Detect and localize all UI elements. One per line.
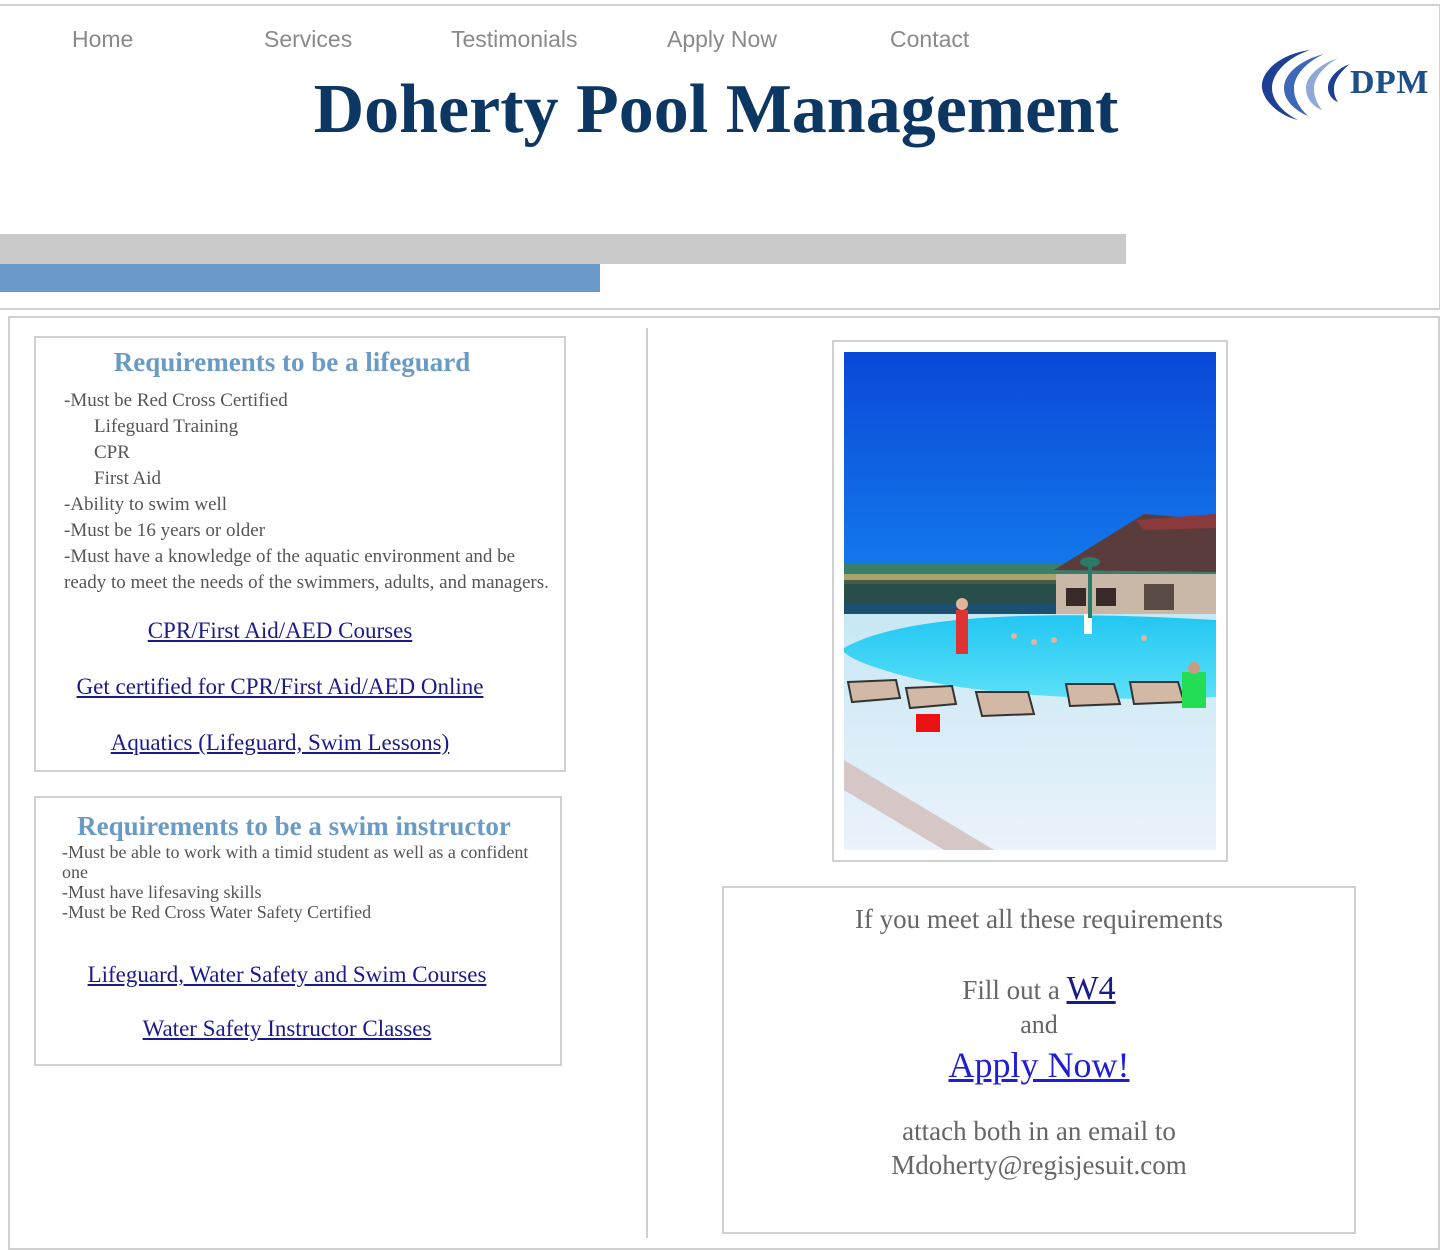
pool-photo bbox=[844, 352, 1216, 850]
requirement-subitem: Lifeguard Training bbox=[94, 416, 239, 437]
requirements-met-text: If you meet all these requirements bbox=[854, 904, 1224, 934]
nav-apply-now[interactable]: Apply Now bbox=[667, 26, 777, 53]
apply-now-link[interactable]: Apply Now! bbox=[949, 1045, 1130, 1085]
fill-out-w4-line: Fill out a W4 bbox=[724, 970, 1354, 1008]
swim-instructor-title: Requirements to be a swim instructor bbox=[77, 811, 511, 841]
requirement-subitem: CPR bbox=[94, 442, 130, 463]
requirement-item: -Ability to swim well bbox=[64, 494, 228, 515]
lifeguard-title: Requirements to be a lifeguard bbox=[113, 347, 471, 377]
pool-image bbox=[844, 352, 1216, 850]
lifeguard-requirements-list: -Must be Red Cross Certified Lifeguard T… bbox=[64, 388, 554, 596]
apply-instructions-box: If you meet all these requirements Fill … bbox=[722, 886, 1356, 1234]
header-bar-gray bbox=[0, 234, 1126, 264]
nav-home[interactable]: Home bbox=[72, 26, 133, 53]
nav-services[interactable]: Services bbox=[264, 26, 352, 53]
requirement-item: -Must be able to work with a timid stude… bbox=[62, 842, 529, 882]
cpr-online-link[interactable]: Get certified for CPR/First Aid/AED Onli… bbox=[36, 674, 524, 700]
requirement-item: -Must be Red Cross Certified bbox=[64, 390, 288, 411]
requirement-item: -Must be Red Cross Water Safety Certifie… bbox=[62, 902, 372, 922]
header-bar-blue bbox=[0, 264, 600, 292]
aquatics-link[interactable]: Aquatics (Lifeguard, Swim Lessons) bbox=[36, 730, 524, 756]
logo-text: DPM bbox=[1350, 64, 1429, 101]
pool-photo-frame bbox=[832, 340, 1228, 862]
top-nav: Home Services Testimonials Apply Now Con… bbox=[0, 26, 1100, 56]
swim-instructor-requirements-list: -Must be able to work with a timid stude… bbox=[62, 842, 532, 922]
attach-text: attach both in an email to bbox=[902, 1116, 1176, 1146]
requirement-subitem: First Aid bbox=[94, 468, 162, 489]
swim-instructor-requirements-box: Requirements to be a swim instructor -Mu… bbox=[34, 796, 562, 1066]
lifeguard-requirements-box: Requirements to be a lifeguard -Must be … bbox=[34, 336, 566, 772]
nav-contact[interactable]: Contact bbox=[890, 26, 969, 53]
and-text: and bbox=[1020, 1010, 1058, 1039]
site-header: Home Services Testimonials Apply Now Con… bbox=[0, 4, 1440, 310]
wsi-classes-link[interactable]: Water Safety Instructor Classes bbox=[36, 1016, 538, 1042]
contact-email: Mdoherty@regisjesuit.com bbox=[891, 1150, 1187, 1180]
water-safety-courses-link[interactable]: Lifeguard, Water Safety and Swim Courses bbox=[36, 962, 538, 988]
w4-link[interactable]: W4 bbox=[1067, 970, 1116, 1007]
dpm-logo: DPM bbox=[1258, 44, 1438, 124]
requirement-item: -Must have a knowledge of the aquatic en… bbox=[64, 546, 549, 593]
requirement-item: -Must have lifesaving skills bbox=[62, 882, 262, 902]
logo-arcs-icon bbox=[1261, 50, 1350, 120]
requirement-item: -Must be 16 years or older bbox=[64, 520, 266, 541]
column-divider bbox=[646, 328, 648, 1238]
cpr-courses-link[interactable]: CPR/First Aid/AED Courses bbox=[36, 618, 524, 644]
fill-out-prefix: Fill out a bbox=[962, 975, 1067, 1005]
nav-testimonials[interactable]: Testimonials bbox=[451, 26, 578, 53]
apply-now-line: Apply Now! bbox=[724, 1044, 1354, 1086]
site-title: Doherty Pool Management bbox=[313, 71, 1119, 148]
